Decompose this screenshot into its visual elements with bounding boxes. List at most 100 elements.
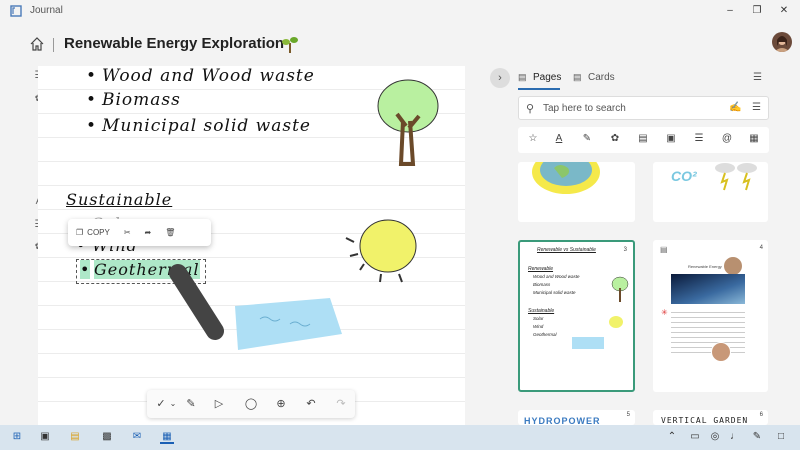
page-thumbnail[interactable]: ▤ 4 Renewable Energy ✳ <box>653 240 768 392</box>
tree-drawing <box>611 276 629 302</box>
water-drawing <box>235 298 342 350</box>
page-number: 4 <box>759 245 763 251</box>
filter-icon[interactable]: ☰ <box>752 102 761 113</box>
selection-context-menu: ❐ COPY ✂ ➦ 🗑 <box>68 219 211 246</box>
chevron-down-icon[interactable]: ⌄ <box>165 396 181 412</box>
bullet-icon: • <box>86 116 98 136</box>
thumb-list-item: Municipal solid waste <box>533 290 576 295</box>
page-thumbnail[interactable] <box>518 162 635 222</box>
sprout-icon <box>282 37 298 53</box>
app-title: Journal <box>30 5 63 16</box>
thumb-heading: Renewable <box>528 266 554 272</box>
undo-icon[interactable]: ↶ <box>303 396 319 412</box>
page-thumbnail[interactable]: HYDROPOWER 5 <box>518 410 635 425</box>
pdf-filter-icon[interactable]: ▤ <box>636 132 650 146</box>
delete-icon[interactable]: 🗑 <box>165 228 175 237</box>
redo-icon[interactable]: ↷ <box>333 396 349 412</box>
pdf-icon: ▤ <box>660 245 668 254</box>
task-view-icon[interactable]: ▣ <box>38 430 52 444</box>
thumb-list-item: Geothermal <box>533 332 557 337</box>
volume-icon[interactable]: ♩ <box>728 430 742 444</box>
list-filter-icon[interactable]: ☰ <box>692 132 706 146</box>
pen-toolbar: ✓ ⌄ ✎ ▷ ◯ ⊕ ↶ ↷ <box>147 390 355 418</box>
filter-bar: ☆ A ✎ ✿ ▤ ▣ ☰ @ ▦ <box>518 127 769 153</box>
star-icon[interactable]: ☆ <box>526 132 540 146</box>
journal-app-icon <box>10 5 22 17</box>
thumb-list-item: Biomass <box>533 282 551 287</box>
sun-drawing <box>345 219 417 283</box>
pen-cursor-icon <box>169 264 224 340</box>
notifications-icon[interactable]: □ <box>774 430 788 444</box>
windows-start-icon[interactable]: ⊞ <box>10 430 24 444</box>
shape-filter-icon[interactable]: ✿ <box>608 132 622 146</box>
avatar[interactable] <box>772 32 792 52</box>
tree-drawing <box>377 79 439 166</box>
document-text-lines <box>671 308 745 354</box>
list-item: Wood and Wood waste <box>102 66 315 86</box>
storm-cloud-drawing <box>715 163 757 191</box>
page-thumbnail[interactable]: CO² <box>653 162 768 222</box>
ink-search-icon[interactable]: ✍ <box>729 102 741 113</box>
ink-filter-icon[interactable]: ✎ <box>580 132 594 146</box>
wifi-icon[interactable]: ◎ <box>708 430 722 444</box>
pen-icon[interactable]: ✎ <box>750 430 764 444</box>
search-box[interactable]: ⚲ Tap here to search ✍ ☰ <box>518 96 769 120</box>
calendar-filter-icon[interactable]: ▦ <box>747 132 761 146</box>
battery-icon[interactable]: ▭ <box>688 430 702 444</box>
page-number: 5 <box>626 412 630 418</box>
copy-button[interactable]: COPY <box>87 228 110 237</box>
list-item: Biomass <box>102 90 181 110</box>
text-filter-icon[interactable]: A <box>552 132 566 146</box>
journal-taskbar-icon[interactable]: ▦ <box>160 430 174 444</box>
thumb-title: Renewable Energy <box>688 264 722 269</box>
minimize-button[interactable]: – <box>722 3 738 19</box>
title-bar: Journal – ❐ ✕ <box>0 0 800 22</box>
avatar <box>711 342 731 362</box>
tab-cards[interactable]: Cards <box>588 72 615 83</box>
chevron-up-icon[interactable]: ⌃ <box>665 430 679 444</box>
bullet-icon: • <box>86 90 98 110</box>
add-icon[interactable]: ⊕ <box>273 396 289 412</box>
page-title: Renewable Energy Exploration <box>64 35 285 52</box>
maximize-button[interactable]: ❐ <box>749 3 765 19</box>
water-drawing <box>572 337 604 349</box>
mail-icon[interactable]: ✉ <box>130 430 144 444</box>
bullet-icon: • <box>86 66 98 86</box>
highlighter-icon[interactable]: ✎ <box>183 396 199 412</box>
page-thumbnail-selected[interactable]: Renewable vs Sustainable 3 Renewable Woo… <box>518 240 635 392</box>
mention-filter-icon[interactable]: @ <box>720 132 734 146</box>
thumb-title: Renewable vs Sustainable <box>537 247 596 253</box>
collapse-panel-button[interactable]: › <box>490 68 510 88</box>
select-pages-icon[interactable]: ☰ <box>753 72 762 83</box>
store-icon[interactable]: ▩ <box>100 430 114 444</box>
page-thumbnail[interactable]: VERTICAL GARDEN 6 <box>653 410 768 425</box>
thumb-list-item: Wood and Wood waste <box>533 274 580 279</box>
home-icon[interactable] <box>29 36 45 52</box>
copy-icon[interactable]: ❐ <box>76 228 83 237</box>
lasso-icon[interactable]: ▷ <box>211 396 227 412</box>
co2-label: CO² <box>671 168 697 184</box>
image-filter-icon[interactable]: ▣ <box>664 132 678 146</box>
thumb-title: VERTICAL GARDEN <box>661 416 749 425</box>
close-button[interactable]: ✕ <box>776 3 792 19</box>
taskbar: ⊞ ▣ ▤ ▩ ✉ ▦ ⌃ ▭ ◎ ♩ ✎ □ <box>0 425 800 450</box>
earth-drawing <box>532 162 600 194</box>
star-mark-icon: ✳ <box>661 308 668 317</box>
thumb-title: HYDROPOWER <box>524 416 601 425</box>
file-explorer-icon[interactable]: ▤ <box>68 430 82 444</box>
pages-tab-icon: ▤ <box>518 72 527 82</box>
tab-pages[interactable]: Pages <box>533 72 561 83</box>
cards-tab-icon: ▤ <box>573 72 582 82</box>
search-input[interactable]: Tap here to search <box>543 103 626 114</box>
header-divider <box>53 38 54 52</box>
earth-photo <box>671 274 745 304</box>
sun-drawing <box>609 316 623 328</box>
page-number: 3 <box>623 247 627 253</box>
thumb-list-item: Solar <box>533 316 544 321</box>
share-icon[interactable]: ➦ <box>145 228 152 237</box>
page-header: Renewable Energy Exploration <box>0 30 800 58</box>
list-item: Municipal solid waste <box>102 116 311 136</box>
eraser-icon[interactable]: ◯ <box>243 396 259 412</box>
thumb-list-item: Wind <box>533 324 544 329</box>
cut-icon[interactable]: ✂ <box>124 228 131 237</box>
